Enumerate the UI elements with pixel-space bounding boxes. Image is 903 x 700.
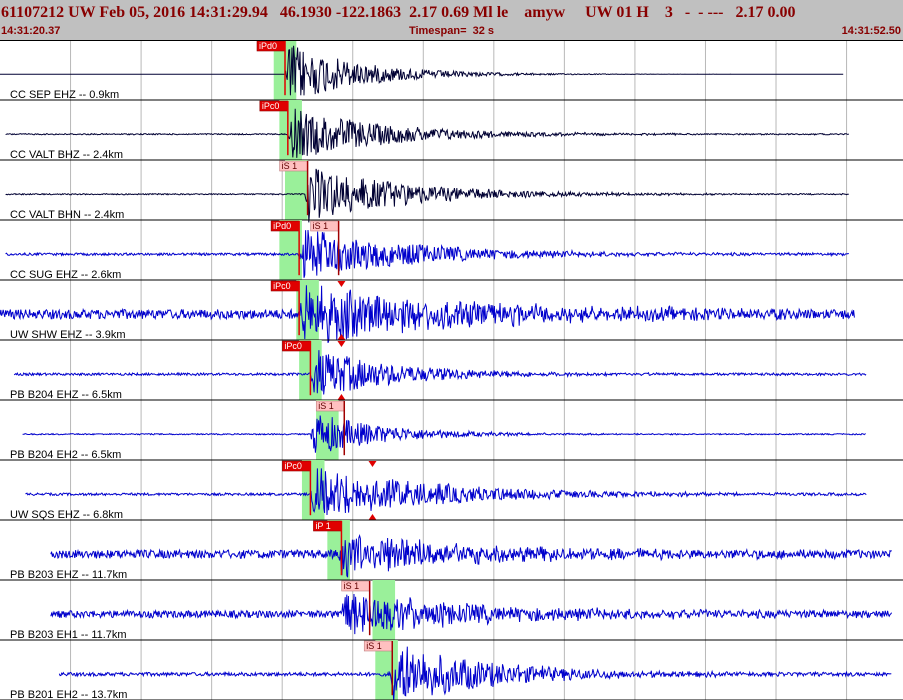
waveform-trace	[25, 468, 867, 516]
pick-label: iPc0	[273, 281, 291, 291]
pick-label: iS 1	[318, 401, 334, 411]
waveform-trace	[50, 534, 892, 578]
channel-label: PB B204 EHZ -- 6.5km	[10, 389, 122, 401]
pick-label: iPd0	[259, 41, 277, 51]
channel-label: CC SUG EHZ -- 2.6km	[10, 269, 121, 281]
pick-label: iP 1	[315, 521, 330, 531]
pick-marker	[337, 341, 346, 347]
channel-label: UW SQS EHZ -- 6.8km	[10, 509, 123, 521]
waveform-trace	[5, 168, 849, 223]
channel-label: CC VALT BHN -- 2.4km	[10, 209, 124, 221]
pick-label: iPc0	[284, 341, 302, 351]
waveform-trace	[0, 45, 844, 96]
channel-label: PB B201 EH2 -- 13.7km	[10, 689, 127, 700]
pick-label: iS 1	[344, 581, 360, 591]
seismogram-panel[interactable]: iPd0 CC SEP EHZ -- 0.9km iPc0 CC VALT BHZ -…	[0, 40, 903, 700]
timespan: Timespan= 32 s	[408, 25, 495, 37]
pick-marker	[337, 334, 346, 340]
pick-label: iPc0	[284, 461, 302, 471]
channel-label: UW SHW EHZ -- 3.9km	[10, 329, 126, 341]
header-bar: 61107212 UW Feb 05, 2016 14:31:29.94 46.…	[0, 0, 903, 40]
waveform-trace	[5, 108, 850, 158]
pick-marker	[337, 281, 346, 287]
pick-label: iS 1	[282, 161, 298, 171]
waveform-trace	[0, 285, 855, 343]
pick-label: iS 1	[313, 221, 329, 231]
channel-label: CC VALT BHZ -- 2.4km	[10, 149, 123, 161]
pick-label: iS 1	[366, 641, 382, 651]
channel-label: PB B203 EHZ -- 11.7km	[10, 569, 127, 581]
channel-label: CC SEP EHZ -- 0.9km	[10, 89, 119, 101]
waveform-trace	[58, 646, 892, 700]
event-title: 61107212 UW Feb 05, 2016 14:31:29.94 46.…	[1, 4, 796, 21]
channel-label: PB B203 EH1 -- 11.7km	[10, 629, 127, 641]
waveform-trace	[50, 593, 893, 635]
waveform-trace	[22, 415, 866, 453]
pick-label: iPc0	[262, 101, 280, 111]
pick-marker	[368, 461, 377, 467]
waveform-trace	[5, 229, 849, 278]
pick-marker	[337, 394, 346, 400]
channel-label: PB B204 EH2 -- 6.5km	[10, 449, 121, 461]
end-time: 14:31:52.50	[841, 25, 901, 37]
waveform-trace	[13, 350, 867, 395]
pick-marker	[368, 514, 377, 520]
pick-label: iPd0	[273, 221, 291, 231]
